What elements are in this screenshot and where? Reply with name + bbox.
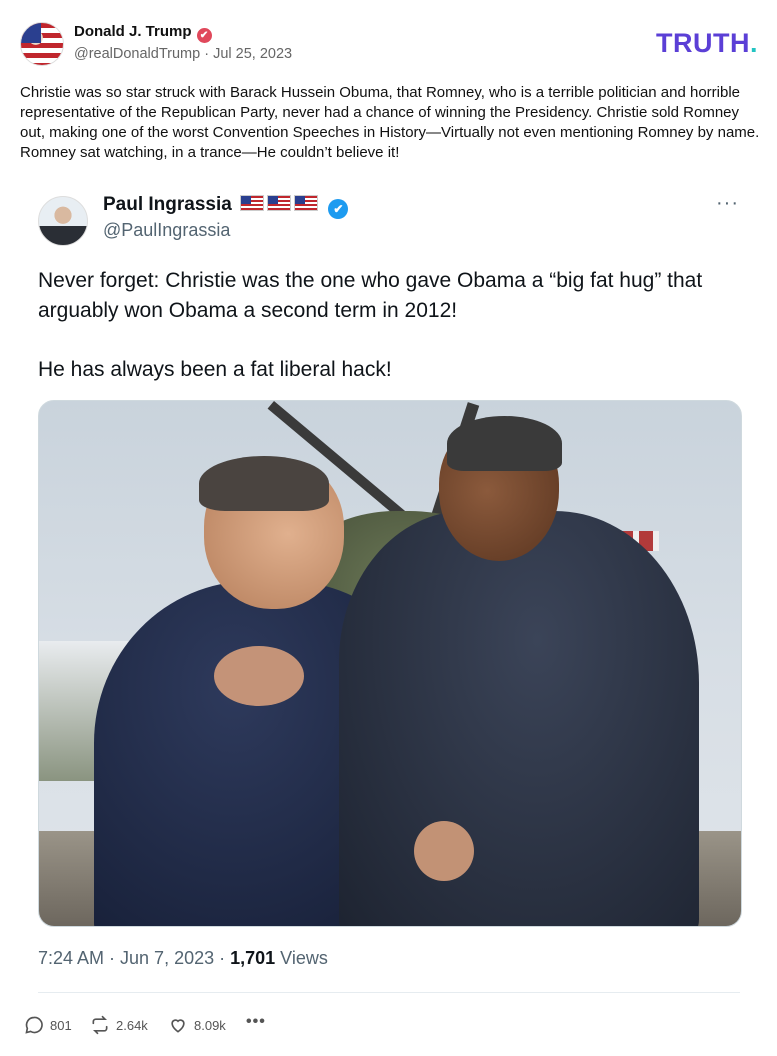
tweet-verified-icon: ✔ bbox=[328, 199, 349, 219]
tweet-views-label: Views bbox=[275, 948, 328, 968]
repost-count: 2.64k bbox=[116, 1017, 148, 1033]
us-flag-icon bbox=[294, 195, 319, 211]
author-handle-date: @realDonaldTrump · Jul 25, 2023 bbox=[74, 46, 293, 62]
truth-logo: TRUTH. bbox=[656, 28, 758, 59]
reply-button[interactable]: 801 bbox=[24, 1015, 72, 1035]
reply-count: 801 bbox=[50, 1017, 72, 1033]
post-header: Donald J. Trump ✔ @realDonaldTrump · Jul … bbox=[20, 20, 760, 66]
tweet-more-icon: ··· bbox=[716, 192, 739, 214]
tweet-photo bbox=[38, 400, 742, 927]
tweet-text-line1: Never forget: Christie was the one who g… bbox=[38, 269, 703, 322]
person-right-hair bbox=[447, 416, 562, 471]
repost-button[interactable]: 2.64k bbox=[90, 1015, 148, 1035]
tweet-divider bbox=[38, 992, 740, 993]
embedded-tweet-image[interactable]: Paul Ingrassia ✔ @PaulIngrassia ··· Neve… bbox=[0, 180, 777, 1056]
heart-icon bbox=[171, 1019, 185, 1033]
person-right-body bbox=[339, 511, 699, 926]
author-avatar[interactable] bbox=[20, 22, 64, 66]
tweet-author-name: Paul Ingrassia bbox=[103, 194, 232, 215]
like-button[interactable]: 8.09k bbox=[168, 1015, 226, 1035]
tweet-timestamp: 7:24 AM · Jun 7, 2023 · bbox=[38, 948, 231, 968]
tweet-views-count: 1,701 bbox=[230, 948, 276, 968]
repost-icon bbox=[92, 1015, 108, 1035]
verified-badge-icon: ✔ bbox=[196, 28, 212, 43]
hand-on-shoulder bbox=[214, 646, 304, 706]
handshake bbox=[414, 821, 474, 881]
person-left-hair bbox=[199, 456, 329, 511]
like-count: 8.09k bbox=[194, 1017, 226, 1033]
brand-dot: . bbox=[749, 28, 758, 58]
us-flag-icon bbox=[240, 195, 265, 211]
us-flag-icon bbox=[267, 195, 292, 211]
post-text: Christie was so star struck with Barack … bbox=[20, 84, 760, 161]
tweet-author-avatar bbox=[38, 196, 88, 246]
tweet-author-handle: @PaulIngrassia bbox=[103, 220, 231, 240]
author-name[interactable]: Donald J. Trump bbox=[74, 23, 192, 40]
more-options-button[interactable]: ••• bbox=[246, 1013, 266, 1031]
reply-icon bbox=[25, 1016, 43, 1034]
brand-text: TRUTH bbox=[656, 28, 750, 58]
author-name-row[interactable]: Donald J. Trump ✔ bbox=[74, 23, 212, 43]
tweet-text-line2: He has always been a fat liberal hack! bbox=[38, 358, 392, 381]
tweet-meta: 7:24 AM · Jun 7, 2023 · 1,701 Views bbox=[38, 948, 328, 969]
tweet-author-name-row: Paul Ingrassia ✔ bbox=[103, 194, 349, 219]
